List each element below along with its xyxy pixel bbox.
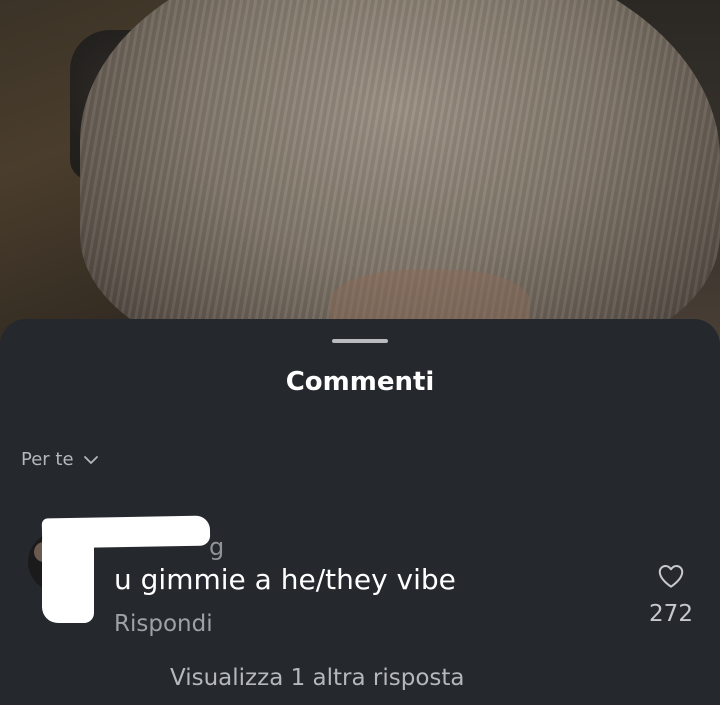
comments-sheet: Commenti Per te g u gimmie a he/they vib…	[0, 319, 720, 705]
sheet-drag-handle[interactable]	[332, 339, 388, 343]
redaction-mark	[42, 537, 94, 623]
comment-item: g u gimmie a he/they vibe Rispondi 272	[0, 507, 720, 647]
background-photo	[0, 0, 720, 360]
chevron-down-icon	[83, 455, 98, 464]
comment-text: u gimmie a he/they vibe	[114, 563, 456, 596]
reply-button[interactable]: Rispondi	[114, 611, 213, 637]
comment-username[interactable]: g	[209, 533, 224, 561]
heart-icon	[658, 565, 684, 588]
like-count: 272	[649, 601, 693, 627]
like-button[interactable]: 272	[646, 561, 696, 627]
view-more-replies-button[interactable]: Visualizza 1 altra risposta	[170, 665, 465, 691]
sort-label: Per te	[21, 449, 74, 470]
sort-dropdown[interactable]: Per te	[21, 449, 100, 470]
sheet-title: Commenti	[285, 367, 435, 397]
